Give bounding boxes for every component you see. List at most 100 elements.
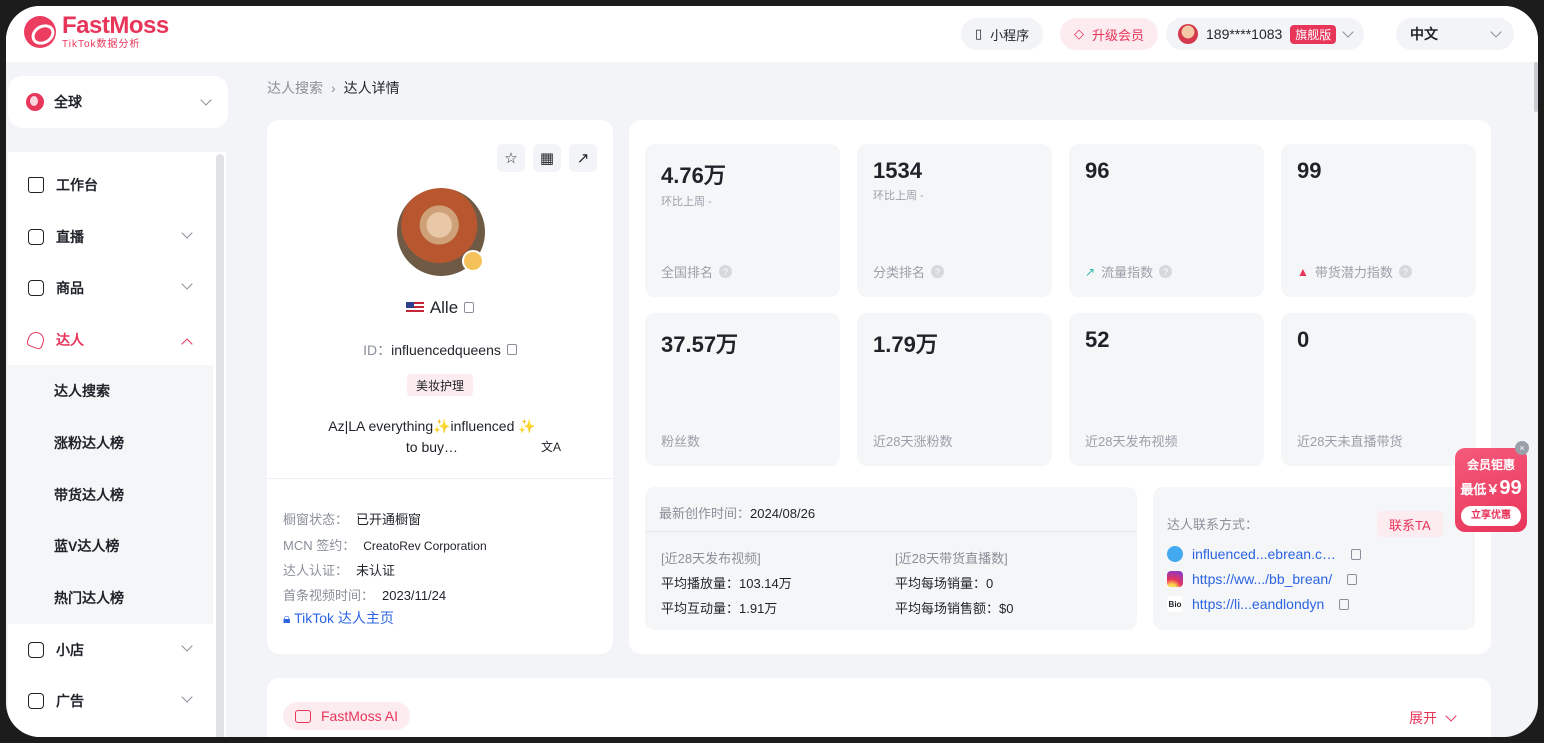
contact-bio-link[interactable]: Bio https://li...eandlondyn xyxy=(1167,596,1350,612)
help-icon[interactable]: ? xyxy=(931,265,945,278)
us-flag-icon xyxy=(405,302,424,314)
sidebar-item-shop[interactable]: 小店 xyxy=(8,624,213,676)
help-icon[interactable]: ? xyxy=(1398,265,1412,278)
chevron-down-icon xyxy=(181,691,193,703)
ad-icon xyxy=(28,693,44,709)
sidebar-item-influencer[interactable]: 达人 xyxy=(8,314,213,366)
sidebar-subitem-hot-rank[interactable]: 热门达人榜 xyxy=(8,572,213,624)
help-icon[interactable]: ? xyxy=(1159,265,1173,278)
contact-button[interactable]: 联系TA xyxy=(1377,511,1443,537)
expand-button[interactable]: 展开 xyxy=(1409,708,1457,728)
divider xyxy=(645,531,1137,532)
influencer-name: Alle xyxy=(267,298,613,318)
user-phone: 189****1083 xyxy=(1206,26,1283,42)
qrcode-icon[interactable]: ▦ xyxy=(533,144,561,172)
mini-program-button[interactable]: ▯ 小程序 xyxy=(961,18,1044,50)
contact-box: 达人联系方式： 联系TA influenced...ebrean.c… http… xyxy=(1153,487,1475,630)
sidebar-subitem-influencer-search[interactable]: 达人搜索 xyxy=(8,365,213,417)
sidebar-item-ads[interactable]: 广告 xyxy=(8,675,213,727)
lock-icon: 🔒︎ xyxy=(283,610,291,626)
stat-followers: 37.57万 粉丝数 xyxy=(645,313,840,466)
fastmoss-ai-tag: FastMoss AI xyxy=(283,702,411,730)
stat-category-rank: 1534 环比上周 - 分类排名? xyxy=(857,144,1052,297)
chevron-down-icon xyxy=(1445,710,1457,722)
chevron-down-icon xyxy=(181,278,193,290)
copy-icon[interactable] xyxy=(506,344,517,355)
logo-name: FastMoss xyxy=(62,12,169,39)
chevron-down-icon xyxy=(181,227,193,239)
chevron-down-icon xyxy=(1342,26,1354,38)
logo[interactable]: FastMoss TikTok数据分析 xyxy=(24,14,169,50)
copy-icon[interactable] xyxy=(1339,598,1350,610)
contact-title: 达人联系方式： xyxy=(1167,517,1259,532)
cart-badge-icon xyxy=(462,250,484,272)
bio-link-icon: Bio xyxy=(1167,596,1183,612)
activity-box: 最新创作时间：2024/08/26 [近28天发布视频] 平均播放量：103.1… xyxy=(645,487,1137,630)
copy-icon[interactable] xyxy=(1347,573,1358,585)
close-icon[interactable]: × xyxy=(1515,441,1529,455)
copy-icon[interactable] xyxy=(464,302,475,313)
sidebar-item-workbench[interactable]: 工作台 xyxy=(8,159,213,211)
chevron-down-icon xyxy=(1490,26,1502,38)
diamond-icon: ◇ xyxy=(1074,26,1084,41)
translate-icon[interactable]: 文A xyxy=(541,438,561,455)
member-promo-badge[interactable]: 会员钜惠 最低￥99 立享优惠 xyxy=(1455,448,1527,532)
influencer-icon xyxy=(25,329,47,351)
share-icon[interactable]: ↗ xyxy=(569,144,597,172)
language-select[interactable]: 中文 xyxy=(1396,18,1514,50)
window-status: 橱窗状态： 已开通橱窗 xyxy=(283,512,422,527)
sidebar-subitem-bluev-rank[interactable]: 蓝V达人榜 xyxy=(8,520,213,572)
stats-card: 4.76万 环比上周 - 全国排名? 1534 环比上周 - 分类排名? 96 … xyxy=(629,120,1491,654)
star-icon[interactable]: ☆ xyxy=(497,144,525,172)
stat-videos-28d: 52 近28天发布视频 xyxy=(1069,313,1264,466)
shop-icon xyxy=(28,642,44,658)
chevron-up-icon xyxy=(181,338,193,350)
sidebar-item-product[interactable]: 商品 xyxy=(8,262,213,314)
influencer-bio: Az|LA everything✨influenced ✨ to buy… xyxy=(328,418,536,455)
product-icon xyxy=(28,280,44,296)
upgrade-vip-button[interactable]: ◇ 升级会员 xyxy=(1060,18,1159,50)
profile-card: ☆ ▦ ↗ Alle ID：influencedqueens 美妆护理 Az|L… xyxy=(267,120,613,654)
instagram-icon xyxy=(1167,571,1183,587)
stat-sales-potential: 99 ▲ 带货潜力指数? xyxy=(1281,144,1476,297)
breadcrumb: 达人搜索 › 达人详情 xyxy=(267,78,400,98)
fire-icon: ▲ xyxy=(1297,264,1309,279)
sidebar-subitem-sales-rank[interactable]: 带货达人榜 xyxy=(8,469,213,521)
sidebar-scrollbar[interactable] xyxy=(216,154,224,737)
promo-claim-button[interactable]: 立享优惠 xyxy=(1461,506,1521,526)
first-video-time: 首条视频时间： 2023/11/24 xyxy=(283,588,447,603)
app-frame: FastMoss TikTok数据分析 ▯ 小程序 ◇ 升级会员 189****… xyxy=(6,6,1538,737)
top-bar: FastMoss TikTok数据分析 ▯ 小程序 ◇ 升级会员 189****… xyxy=(6,6,1538,62)
sidebar-item-live[interactable]: 直播 xyxy=(8,211,213,263)
page-scrollbar[interactable] xyxy=(1534,62,1538,112)
email-icon xyxy=(1167,546,1183,562)
phone-icon: ▯ xyxy=(975,26,983,41)
stat-traffic-index: 96 ↗ 流量指数? xyxy=(1069,144,1264,297)
user-menu[interactable]: 189****1083 旗舰版 xyxy=(1166,18,1365,50)
sidebar-subitem-follower-growth-rank[interactable]: 涨粉达人榜 xyxy=(8,417,213,469)
avg-interaction: 平均互动量：1.91万 xyxy=(661,601,778,616)
contact-instagram[interactable]: https://ww.../bb_brean/ xyxy=(1167,571,1358,587)
sidebar: 工作台 直播 商品 达人 达人搜索 涨粉达人榜 带货达人榜 蓝V达人榜 热门达人… xyxy=(8,152,226,737)
latest-creation-time: 最新创作时间：2024/08/26 xyxy=(659,506,816,521)
breadcrumb-parent[interactable]: 达人搜索 xyxy=(267,78,323,98)
logo-subtitle: TikTok数据分析 xyxy=(62,39,141,50)
tiktok-profile-link[interactable]: 🔒︎ TikTok 达人主页 xyxy=(283,608,394,628)
divider xyxy=(267,478,613,479)
globe-icon xyxy=(26,93,44,111)
region-select[interactable]: 全球 xyxy=(8,76,228,128)
help-icon[interactable]: ? xyxy=(719,265,733,278)
stat-follower-growth: 1.79万 近28天涨粉数 xyxy=(857,313,1052,466)
user-avatar xyxy=(1178,24,1198,44)
contact-email[interactable]: influenced...ebrean.c… xyxy=(1167,546,1361,562)
category-tag: 美妆护理 xyxy=(407,374,474,396)
chevron-down-icon xyxy=(181,640,193,652)
home-icon xyxy=(28,177,44,193)
avg-play-count: 平均播放量：103.14万 xyxy=(661,576,792,591)
copy-icon[interactable] xyxy=(1350,548,1361,560)
stat-live-28d: 0 近28天未直播带货 xyxy=(1281,313,1476,466)
chevron-down-icon xyxy=(200,94,212,106)
avg-revenue: 平均每场销售额：$0 xyxy=(895,601,1014,616)
stat-national-rank: 4.76万 环比上周 - 全国排名? xyxy=(645,144,840,297)
trend-icon: ↗ xyxy=(1085,264,1096,279)
